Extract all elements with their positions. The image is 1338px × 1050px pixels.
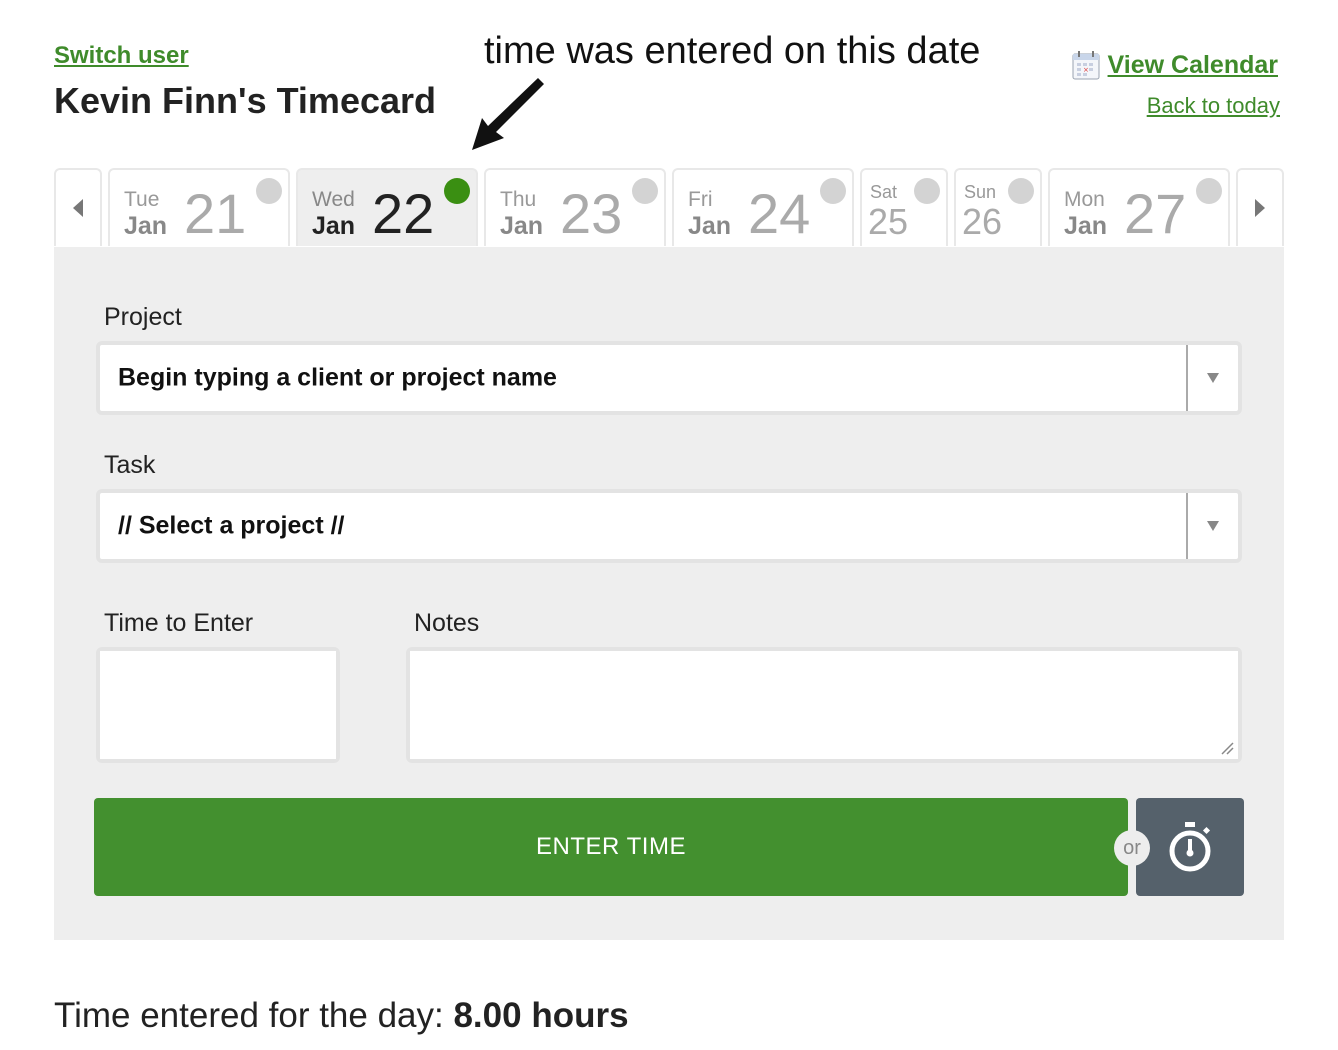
triangle-right-icon [1255,199,1265,217]
day-of-week: Fri [688,188,713,211]
task-select-value: // Select a project // [118,511,345,540]
day-of-week: Sat [870,182,898,202]
project-select[interactable]: Begin typing a client or project name [96,341,1242,415]
notes-field-wrap [406,647,1242,763]
day-of-week: Tue [124,188,160,211]
day-number: 22 [372,182,435,245]
day-month: Jan [500,212,544,240]
day-tab-sat-25[interactable]: Sat 25 [860,168,948,246]
arrow-icon [472,78,544,150]
back-to-today-link[interactable]: Back to today [1147,93,1280,119]
project-dropdown-toggle[interactable] [1186,345,1238,411]
next-week-button[interactable] [1236,168,1284,246]
day-tab-fri-24[interactable]: Fri Jan 24 [672,168,854,246]
switch-user-link[interactable]: Switch user [54,42,189,70]
time-field-wrap [96,647,340,763]
prev-week-button[interactable] [54,168,102,246]
task-label: Task [104,451,156,479]
svg-text:×: × [1083,66,1089,74]
time-status-dot [256,178,282,204]
day-of-week: Sun [964,182,997,202]
daily-total-label: Time entered for the day: [54,996,454,1035]
or-separator: or [1114,830,1150,866]
day-number: 23 [560,182,623,245]
start-timer-button[interactable] [1136,798,1244,896]
day-of-week: Wed [312,188,355,211]
time-status-dot [632,178,658,204]
task-dropdown-toggle[interactable] [1186,493,1238,559]
project-label: Project [104,303,182,331]
day-number: 25 [868,201,909,242]
day-month: Jan [312,212,356,240]
day-month: Jan [688,212,732,240]
chevron-down-icon [1207,373,1219,383]
notes-label: Notes [414,609,480,637]
page-title: Kevin Finn's Timecard [54,80,437,121]
day-tab-thu-23[interactable]: Thu Jan 23 [484,168,666,246]
chevron-down-icon [1207,521,1219,531]
day-month: Jan [1064,212,1108,240]
triangle-left-icon [73,199,83,217]
project-select-value: Begin typing a client or project name [118,363,557,392]
view-calendar-link[interactable]: View Calendar [1108,51,1278,80]
day-tab-wed-22[interactable]: Wed Jan 22 [296,168,478,246]
time-status-dot [1196,178,1222,204]
daily-total: Time entered for the day: 8.00 hours [54,996,629,1036]
day-tab-mon-27[interactable]: Mon Jan 27 [1048,168,1230,246]
enter-time-button[interactable]: ENTER TIME [94,798,1128,896]
day-of-week: Mon [1064,188,1105,211]
time-status-dot [820,178,846,204]
day-tab-tue-21[interactable]: Tue Jan 21 [108,168,290,246]
daily-total-hours: 8.00 hours [453,996,629,1035]
day-strip: Tue Jan 21 Wed Jan 22 Thu Jan 23 Fri Jan… [54,168,1284,248]
day-number: 24 [748,182,811,245]
day-number: 27 [1124,182,1187,245]
annotation-text: time was entered on this date [484,30,981,72]
day-number: 26 [962,201,1003,242]
day-tab-sun-26[interactable]: Sun 26 [954,168,1042,246]
time-label: Time to Enter [104,609,254,637]
task-select[interactable]: // Select a project // [96,489,1242,563]
resize-grip-icon[interactable] [1220,741,1234,755]
calendar-icon: × [1072,51,1100,80]
day-number: 21 [184,182,247,245]
view-calendar[interactable]: × View Calendar [1072,50,1278,80]
time-input[interactable] [100,651,336,759]
time-status-dot [914,178,940,204]
day-of-week: Thu [500,188,537,211]
notes-textarea[interactable] [410,651,1238,759]
time-status-dot [1008,178,1034,204]
time-status-dot [444,178,470,204]
day-month: Jan [124,212,168,240]
stopwatch-icon [1169,822,1211,872]
